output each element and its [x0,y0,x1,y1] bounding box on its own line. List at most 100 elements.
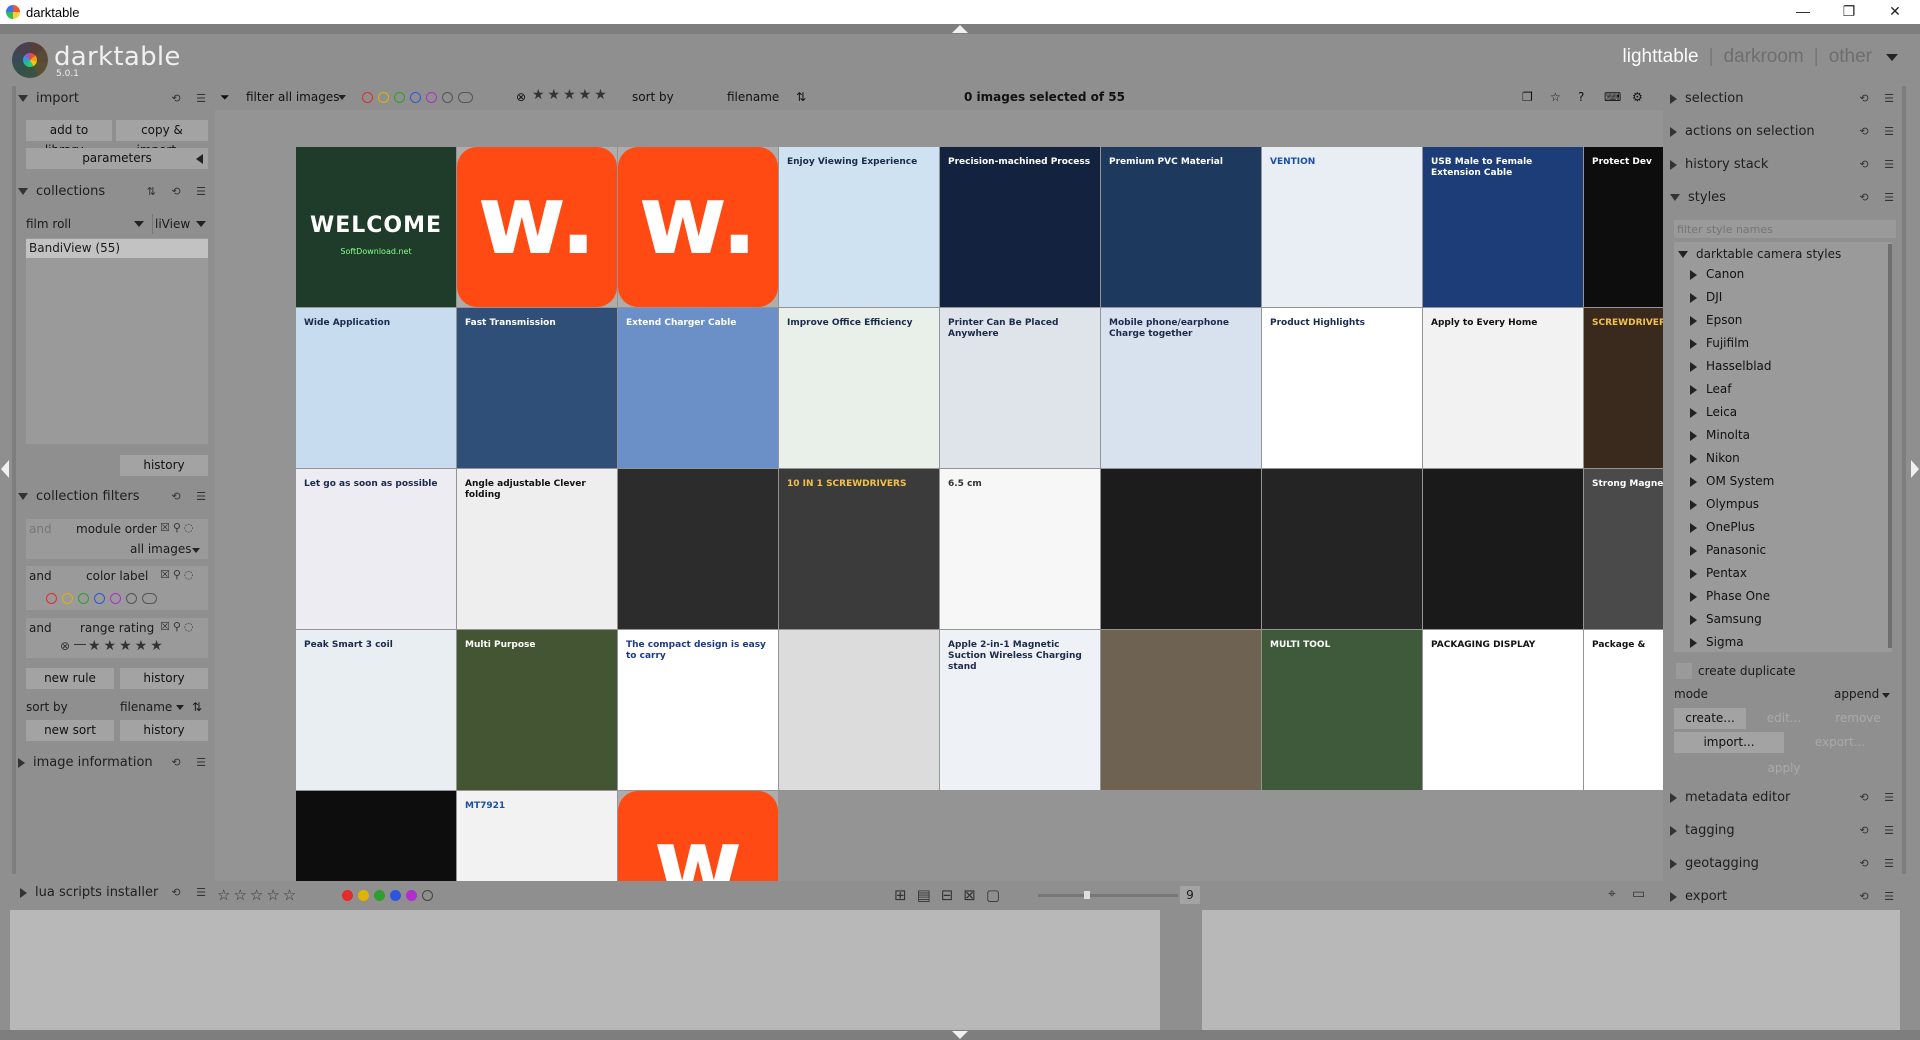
rule-operator[interactable]: and [29,569,52,583]
view-other[interactable]: other [1829,46,1872,67]
module-controls[interactable]: ⟲ ☰ [171,88,212,110]
remove-style-button[interactable]: remove [1822,708,1894,729]
thumbnail-cell[interactable]: Product Highlights [1262,308,1422,468]
red-label-icon[interactable] [362,92,373,103]
sort-order-icon[interactable]: ⇅ [796,89,806,105]
collection-property-select[interactable]: film roll [26,214,148,234]
all-labels-icon[interactable] [458,92,473,103]
thumbnail-cell[interactable]: Extend Charger Cable [618,308,778,468]
new-sort-button[interactable]: new sort [26,720,114,741]
focus-peaking-icon[interactable]: ⌖ [1608,886,1616,902]
zoom-slider-handle[interactable] [1084,891,1090,899]
thumbnail-cell[interactable]: Apply to Every Home [1423,308,1583,468]
thumbnail-cell[interactable]: 10 IN 1 SCREWDRIVERS [779,469,939,629]
yellow-label-icon[interactable] [62,593,73,604]
style-brand-item[interactable]: Pentax [1690,563,1747,584]
thumbnail-cell[interactable]: Improve Office Efficiency [779,308,939,468]
bottom-rating-stars[interactable]: ☆☆☆☆☆ [217,886,299,904]
thumbnail-cell[interactable]: Let go as soon as possible [296,469,456,629]
sort-order-icon[interactable]: ⇅ [192,697,202,717]
sort-select[interactable]: filename [727,89,779,105]
style-brand-item[interactable]: Hasselblad [1690,356,1772,377]
thumbnail-cell[interactable]: MT7921Wi-Fi 6 5.2 [457,791,617,881]
style-brand-item[interactable]: DJI [1690,287,1722,308]
rule-controls[interactable]: ☒⚲◌ [160,568,197,581]
collections-history-button[interactable]: history [120,455,208,476]
style-filter-input[interactable] [1674,220,1896,238]
filters-history-button[interactable]: history [120,668,208,689]
new-rule-button[interactable]: new rule [26,668,114,689]
style-brand-item[interactable]: Olympus [1690,494,1759,515]
module-geotagging-header[interactable]: geotagging ⟲ ☰ [1670,853,1900,875]
module-controls[interactable]: ⟲ ☰ [1859,787,1900,809]
import-style-button[interactable]: import... [1674,732,1784,753]
style-brand-item[interactable]: Phase One [1690,586,1770,607]
collapse-left-icon[interactable] [1,460,9,478]
styles-root-node[interactable]: darktable camera styles [1678,244,1841,264]
thumbnail-cell[interactable] [1262,469,1422,629]
style-brand-item[interactable]: Leica [1690,402,1737,423]
bottom-color-labels[interactable] [342,888,438,903]
thumbnail-cell[interactable] [296,791,456,881]
thumbnail-cell[interactable]: Peak Smart 3 coil [296,630,456,790]
thumbnail-cell[interactable]: The compact design is easy to carry [618,630,778,790]
thumbnail-cell[interactable]: Wide Application [296,308,456,468]
maximize-button[interactable]: ❐ [1826,0,1872,24]
thumbnail-cell[interactable]: WELCOME SoftDownload.net [296,147,456,307]
thumbnail-cell[interactable] [1101,469,1261,629]
zoom-value[interactable]: 9 [1180,886,1200,904]
module-history-stack-header[interactable]: history stack ⟲ ☰ [1670,154,1900,176]
preferences-gear-icon[interactable]: ⚙ [1632,89,1643,105]
all-labels-icon[interactable] [142,593,157,604]
purple-label-icon[interactable] [406,890,417,901]
import-parameters-button[interactable]: parameters [26,148,208,169]
layout-icons[interactable]: ⊞▤⊟⊠▢ [894,886,1010,904]
style-brand-item[interactable]: Fujifilm [1690,333,1749,354]
red-label-icon[interactable] [342,890,353,901]
export-style-button[interactable]: export... [1786,732,1894,753]
display-profile-icon[interactable]: ▭ [1632,886,1645,902]
reject-icon[interactable]: ⊗ [60,639,70,653]
module-import-header[interactable]: import ⟲ ☰ [18,88,212,110]
module-controls[interactable]: ⟲ ☰ [1859,853,1900,875]
style-brand-item[interactable]: Canon [1690,264,1744,285]
collapse-top-icon[interactable] [952,25,968,33]
styles-scrollbar[interactable] [1888,244,1892,648]
grouping-icon[interactable]: ❐ [1522,89,1533,105]
thumbnail-cell[interactable]: Fast Transmission [457,308,617,468]
module-controls[interactable]: ⟲ ☰ [1859,886,1900,908]
overlays-star-icon[interactable]: ☆ [1550,89,1561,105]
thumbnail-cell[interactable]: MULTI TOOL [1262,630,1422,790]
thumbnail-cell[interactable]: Strong Magne Adsorption [1584,469,1663,629]
minimize-button[interactable]: — [1780,0,1826,24]
thumbnail-cell[interactable]: Package & [1584,630,1663,790]
style-brand-item[interactable]: Epson [1690,310,1742,331]
module-controls[interactable]: ⟲ ☰ [171,752,212,774]
shortcuts-icon[interactable]: ⌨ [1604,89,1621,105]
green-label-icon[interactable] [374,890,385,901]
filter-select[interactable]: all images [278,89,339,105]
gray-label-icon[interactable] [126,593,137,604]
add-to-library-button[interactable]: add to library... [26,120,112,157]
module-actions-header[interactable]: actions on selection ⟲ ☰ [1670,121,1900,143]
collection-item[interactable]: BandiView (55) [26,239,208,258]
module-collection-filters-header[interactable]: collection filters ⟲ ☰ [18,486,212,508]
module-controls[interactable]: ⟲ ☰ [171,882,212,904]
right-panel-scrollbar[interactable] [1902,86,1906,874]
module-tagging-header[interactable]: tagging ⟲ ☰ [1670,820,1900,842]
thumbnail-cell[interactable]: SCREWDRIVER 9 IN 1 [1584,308,1663,468]
style-brand-item[interactable]: Minolta [1690,425,1750,446]
green-label-icon[interactable] [78,593,89,604]
module-selection-header[interactable]: selection ⟲ ☰ [1670,88,1900,110]
sort-by-row[interactable]: sort by filename ⇅ [26,697,208,717]
collapse-right-icon[interactable] [1911,460,1919,478]
zoom-slider[interactable] [1038,894,1178,897]
purple-label-icon[interactable] [426,92,437,103]
style-brand-item[interactable]: Panasonic [1690,540,1766,561]
module-controls[interactable]: ⟲ ☰ [1859,121,1900,143]
module-controls[interactable]: ⇅ ⟲ ☰ [147,181,212,203]
thumbnail-cell[interactable]: VENTION [1262,147,1422,307]
view-darkroom[interactable]: darkroom [1724,46,1804,67]
color-label-dots[interactable] [46,591,162,606]
style-brand-item[interactable]: OnePlus [1690,517,1755,538]
